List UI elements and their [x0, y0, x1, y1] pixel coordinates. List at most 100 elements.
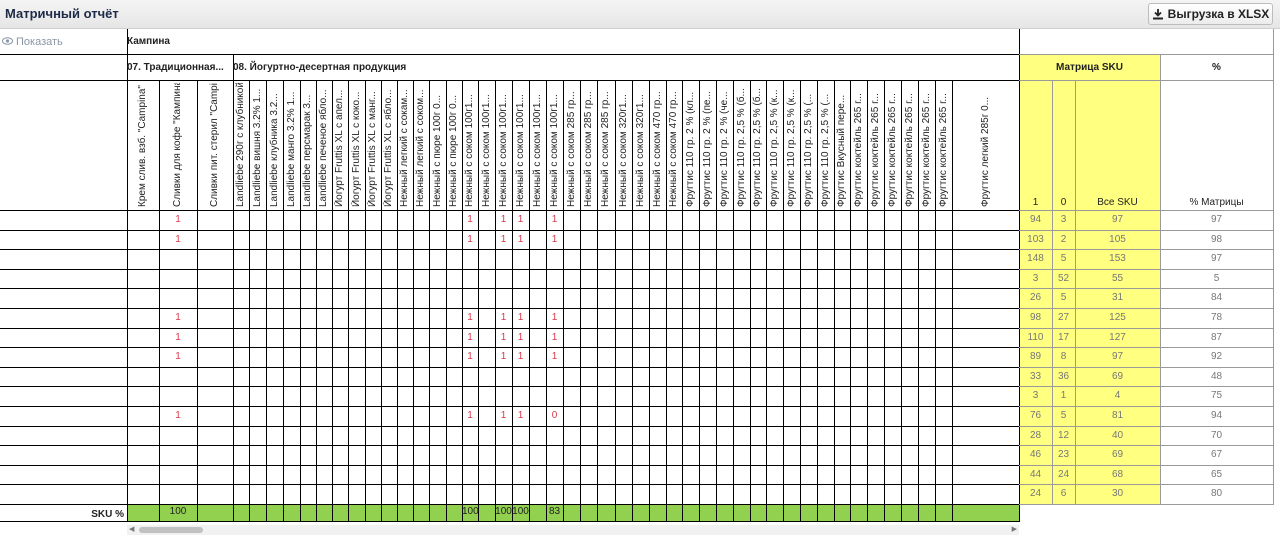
- scroll-right-icon[interactable]: ▶: [1012, 525, 1017, 535]
- count-not-in-matrix: 24: [1057, 469, 1070, 480]
- count-in-matrix: 44: [1029, 469, 1042, 480]
- group-yogurt-dessert: 08. Йогуртно-десертная продукция: [233, 62, 407, 73]
- matrix-mark: 1: [551, 332, 558, 343]
- count-all-sku: 30: [1111, 488, 1124, 499]
- matrix-mark: 1: [500, 214, 507, 225]
- count-in-matrix: 94: [1029, 214, 1042, 225]
- count-all-sku: 55: [1111, 273, 1124, 284]
- sku-column-header: Фругтис коктейль 265 г...: [852, 93, 864, 207]
- count-not-in-matrix: 5: [1060, 292, 1067, 303]
- count-all-sku: 153: [1109, 253, 1126, 264]
- sku-column-header: Нежный с пюре 100г 0...: [448, 94, 459, 207]
- sku-column-header: Нежный с соком 320г1...: [617, 94, 629, 207]
- footer-sku-percent: 100: [462, 506, 479, 517]
- sku-column-header: Нежный с соком 285 гр...: [600, 91, 611, 207]
- count-in-matrix: 3: [1032, 273, 1039, 284]
- matrix-mark: 1: [517, 410, 524, 421]
- matrix-percent: 97: [1210, 214, 1223, 225]
- sku-column-header: Фругтис коктейль 265 г...: [920, 93, 932, 207]
- matrix-mark: 1: [175, 351, 181, 362]
- sku-column-header: Нежный с соком 285 гр...: [565, 91, 577, 207]
- sku-column-header: Йогурт Fruttis XL с коко...: [350, 91, 362, 207]
- sku-column-header: Фругтис коктейль 265 г...: [886, 93, 898, 207]
- sku-column-header: Фругтис коктейль 265 г...: [869, 93, 881, 207]
- sku-column-header: Landliebe печеное ябло...: [318, 89, 329, 207]
- matrix-mark: 1: [517, 351, 524, 362]
- sku-column-header: Фругтис легкий 285г 0...: [979, 96, 991, 207]
- sku-column-header: Фругтис коктейль 265 г...: [937, 93, 949, 207]
- count-all-sku: 81: [1111, 410, 1124, 421]
- matrix-mark: 1: [500, 234, 507, 245]
- sku-column-header: Фругтис 110 гр. 2 % (че...: [718, 91, 730, 207]
- sku-column-header: Landliebe клубника 3.2...: [268, 93, 280, 207]
- count-not-in-matrix: 52: [1057, 273, 1070, 284]
- sku-column-header: Йогурт Fruttis XL с ябло...: [383, 89, 394, 208]
- matrix-percent: 65: [1210, 469, 1223, 480]
- sku-column-header: Нежный с пюре 100г 0...: [431, 94, 443, 207]
- matrix-mark: 1: [467, 234, 473, 245]
- sku-column-header: Йогурт Fruttis XL с апел...: [334, 89, 345, 207]
- sku-column-header: Нежный с соком 100г1...: [497, 94, 509, 207]
- sku-column-header: Нежный с соком 100г1...: [464, 94, 475, 207]
- horizontal-scrollbar[interactable]: ◀ ▶: [127, 525, 1019, 535]
- count-in-matrix: 76: [1029, 410, 1042, 421]
- sku-column-header: Фругтис 110 гр. 2,5 % (к...: [785, 89, 797, 207]
- sku-column-header: Йогурт Fruttis XL с манг...: [367, 91, 378, 207]
- matrix-mark: 1: [500, 410, 507, 421]
- matrix-sku-title: Матрица SKU: [1056, 62, 1123, 73]
- count-not-in-matrix: 36: [1057, 371, 1070, 382]
- count-in-matrix: 98: [1029, 312, 1042, 323]
- matrix-mark: 1: [175, 234, 181, 245]
- campaign-label: Кампина: [127, 36, 170, 47]
- matrix-mark: 1: [175, 214, 181, 225]
- matrix-mark: 1: [175, 312, 181, 323]
- matrix-mark: 1: [175, 410, 181, 421]
- matrix-mark: 1: [467, 332, 473, 343]
- count-all-sku: 127: [1109, 332, 1126, 343]
- sku-column-header: Фругтис 110 гр. 2 % (пе...: [701, 91, 713, 207]
- matrix-percent: 75: [1210, 390, 1223, 401]
- sku-column-header: Фругтис коктейль 265 г...: [903, 93, 915, 207]
- count-not-in-matrix: 2: [1060, 234, 1067, 245]
- count-in-matrix: 103: [1027, 234, 1044, 245]
- matrix-percent: 48: [1210, 371, 1223, 382]
- footer-sku-percent: 83: [548, 506, 561, 517]
- count-not-in-matrix: 6: [1060, 488, 1067, 499]
- matrix-percent: 5: [1213, 273, 1220, 284]
- scroll-left-icon[interactable]: ◀: [129, 525, 134, 535]
- scrollbar-thumb[interactable]: [139, 527, 203, 533]
- sku-column-header: Landliebe персмарак 3...: [302, 94, 313, 207]
- count-all-sku: 69: [1111, 371, 1124, 382]
- matrix-mark: 1: [467, 312, 473, 323]
- count-all-sku: 125: [1109, 312, 1126, 323]
- matrix-percent: 94: [1210, 410, 1223, 421]
- sku-column-header: Нежный с соком 100г1...: [514, 94, 526, 207]
- sku-column-header: Landliebe манго 3.2% 1...: [285, 91, 297, 207]
- matrix-percent: 97: [1210, 253, 1223, 264]
- count-not-in-matrix: 23: [1057, 449, 1070, 460]
- matrix-mark: 1: [551, 312, 558, 323]
- sku-column-header: Нежный с соком 470 гр...: [668, 91, 679, 207]
- count-not-in-matrix: 5: [1060, 410, 1067, 421]
- matrix-percent: 70: [1210, 430, 1223, 441]
- sku-column-header: Нежный легкий с сокам...: [399, 89, 410, 207]
- matrix-percent: 92: [1210, 351, 1223, 362]
- count-all-sku: 31: [1111, 292, 1124, 303]
- matrix-mark: 1: [467, 214, 473, 225]
- matrix-mark: 1: [175, 332, 181, 343]
- count-in-matrix: 3: [1032, 390, 1039, 401]
- count-all-sku: 69: [1111, 449, 1124, 460]
- sku-column-header: Нежный с соком 100г1...: [531, 94, 543, 207]
- matrix-percent: 80: [1210, 488, 1223, 499]
- count-not-in-matrix: 12: [1057, 430, 1070, 441]
- matrix-mark: 0: [551, 410, 558, 421]
- matrix-mark: 1: [467, 410, 473, 421]
- sku-column-header: Фругтис 110 гр. 2 % (кл...: [684, 91, 696, 207]
- count-not-in-matrix: 8: [1060, 351, 1067, 362]
- sku-column-header: Нежный с соком 285 гр...: [582, 91, 594, 207]
- matrix-mark: 1: [500, 332, 507, 343]
- sku-column-header: Нежный с соком 100г1...: [548, 94, 560, 207]
- count-all-sku: 97: [1111, 214, 1124, 225]
- count-in-matrix: 24: [1029, 488, 1042, 499]
- sku-column-header: Нежный легкий с соком...: [415, 89, 426, 207]
